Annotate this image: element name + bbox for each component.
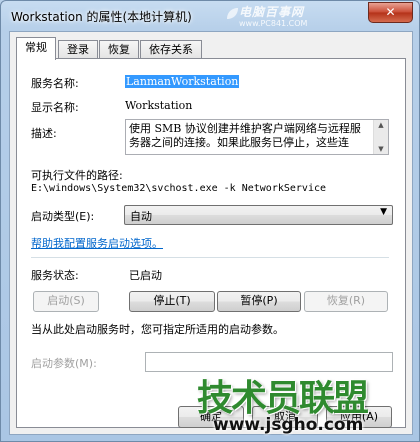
exe-path-label: 可执行文件的路径: [31, 169, 123, 182]
display-name-value[interactable]: Workstation [125, 99, 192, 112]
pause-button[interactable]: 暂停(P) [217, 291, 301, 312]
site-url: www.PC841.COM [239, 19, 308, 28]
startup-type-value: 自动 [130, 210, 152, 223]
site-name: 电脑百事网 [239, 5, 305, 19]
description-box[interactable]: 使用 SMB 协议创建并维护客户端网络与远程服务器之间的连接。如果此服务已停止，… [125, 119, 389, 155]
service-name-text: LanmanWorkstation [125, 75, 240, 88]
tab-dependencies[interactable]: 依存关系 [140, 40, 202, 59]
stop-button[interactable]: 停止(T) [129, 291, 215, 312]
service-name-value[interactable]: LanmanWorkstation [125, 75, 240, 88]
exe-path-value: E:\windows\System32\svchost.exe -k Netwo… [31, 183, 327, 194]
startup-type-select[interactable]: 自动 ▼ [124, 205, 393, 225]
brand-watermark: 技术员联盟 [197, 378, 369, 419]
tab-general[interactable]: 常规 [16, 37, 56, 60]
help-config-link[interactable]: 帮助我配置服务启动选项。 [31, 235, 163, 251]
chevron-down-icon: ▼ [380, 207, 387, 217]
service-name-label: 服务名称: [31, 77, 79, 90]
start-params-label: 启动参数(M): [31, 357, 97, 370]
title-bar[interactable]: Workstation 的属性(本地计算机) 电脑百事网 www.PC841.C… [1, 1, 419, 31]
divider [31, 257, 389, 258]
description-label: 描述: [31, 127, 57, 140]
scroll-up-icon[interactable]: ▲ [374, 120, 388, 130]
site-watermark: 电脑百事网 www.PC841.COM [227, 5, 359, 29]
properties-window: Workstation 的属性(本地计算机) 电脑百事网 www.PC841.C… [0, 0, 420, 442]
tab-recovery[interactable]: 恢复 [99, 40, 139, 59]
start-params-hint: 当从此处启动服务时，您可指定所适用的启动参数。 [31, 323, 284, 336]
service-status-value: 已启动 [129, 269, 162, 282]
scroll-down-icon[interactable]: ▼ [374, 144, 388, 154]
window-title: Workstation 的属性(本地计算机) [11, 10, 192, 24]
url-watermark: www.jsgho.com [213, 415, 364, 435]
resume-button[interactable]: 恢复(R) [304, 291, 388, 312]
service-status-label: 服务状态: [31, 269, 79, 282]
display-name-label: 显示名称: [31, 101, 79, 114]
start-button[interactable]: 启动(S) [33, 291, 99, 312]
leaf-logo-icon [227, 8, 238, 19]
close-button[interactable]: ✕ [368, 2, 413, 23]
tab-logon[interactable]: 登录 [58, 40, 98, 59]
description-text: 使用 SMB 协议创建并维护客户端网络与远程服务器之间的连接。如果此服务已停止，… [129, 122, 361, 149]
startup-type-label: 启动类型(E): [31, 210, 95, 223]
description-scrollbar[interactable]: ▲ ▼ [373, 120, 388, 154]
